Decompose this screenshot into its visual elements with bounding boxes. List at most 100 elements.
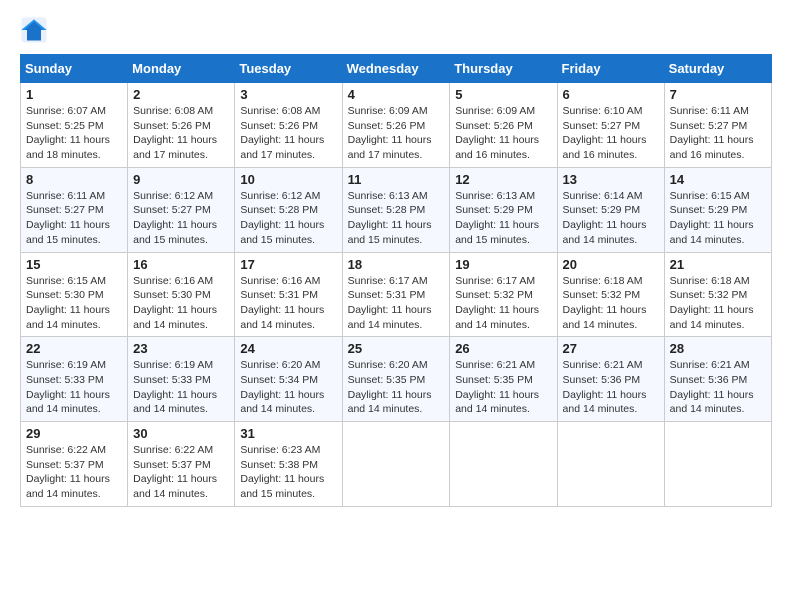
calendar-cell: 6 Sunrise: 6:10 AMSunset: 5:27 PMDaylight…	[557, 83, 664, 168]
calendar-cell: 31 Sunrise: 6:23 AMSunset: 5:38 PMDayligh…	[235, 422, 342, 507]
calendar-cell: 29 Sunrise: 6:22 AMSunset: 5:37 PMDayligh…	[21, 422, 128, 507]
header-monday: Monday	[128, 55, 235, 83]
calendar-cell	[450, 422, 557, 507]
day-info: Sunrise: 6:23 AMSunset: 5:38 PMDaylight:…	[240, 443, 336, 502]
day-info: Sunrise: 6:08 AMSunset: 5:26 PMDaylight:…	[133, 104, 229, 163]
week-row-2: 8Sunrise: 6:11 AMSunset: 5:27 PMDaylight…	[21, 167, 772, 252]
day-info: Sunrise: 6:21 AMSunset: 5:36 PMDaylight:…	[670, 358, 766, 417]
day-info: Sunrise: 6:13 AMSunset: 5:28 PMDaylight:…	[348, 189, 445, 248]
calendar-cell: 16 Sunrise: 6:16 AMSunset: 5:30 PMDayligh…	[128, 252, 235, 337]
day-info: Sunrise: 6:18 AMSunset: 5:32 PMDaylight:…	[670, 274, 766, 333]
day-number: 28	[670, 341, 766, 356]
day-number: 27	[563, 341, 659, 356]
day-info: Sunrise: 6:11 AMSunset: 5:27 PMDaylight:…	[670, 104, 766, 163]
day-number: 8	[26, 172, 122, 187]
calendar-cell: 27 Sunrise: 6:21 AMSunset: 5:36 PMDayligh…	[557, 337, 664, 422]
logo-icon	[20, 16, 48, 44]
day-number: 18	[348, 257, 445, 272]
day-info: Sunrise: 6:18 AMSunset: 5:32 PMDaylight:…	[563, 274, 659, 333]
header-row: SundayMondayTuesdayWednesdayThursdayFrid…	[21, 55, 772, 83]
day-number: 17	[240, 257, 336, 272]
day-number: 26	[455, 341, 551, 356]
calendar-cell: 17Sunrise: 6:16 AMSunset: 5:31 PMDayligh…	[235, 252, 342, 337]
day-info: Sunrise: 6:22 AMSunset: 5:37 PMDaylight:…	[26, 443, 122, 502]
calendar-cell: 3Sunrise: 6:08 AMSunset: 5:26 PMDaylight…	[235, 83, 342, 168]
calendar-cell: 18 Sunrise: 6:17 AMSunset: 5:31 PMDayligh…	[342, 252, 450, 337]
day-info: Sunrise: 6:21 AMSunset: 5:35 PMDaylight:…	[455, 358, 551, 417]
day-info: Sunrise: 6:20 AMSunset: 5:35 PMDaylight:…	[348, 358, 445, 417]
calendar-cell: 15Sunrise: 6:15 AMSunset: 5:30 PMDayligh…	[21, 252, 128, 337]
day-info: Sunrise: 6:12 AMSunset: 5:27 PMDaylight:…	[133, 189, 229, 248]
calendar-cell: 8Sunrise: 6:11 AMSunset: 5:27 PMDaylight…	[21, 167, 128, 252]
calendar-cell: 20 Sunrise: 6:18 AMSunset: 5:32 PMDayligh…	[557, 252, 664, 337]
day-info: Sunrise: 6:14 AMSunset: 5:29 PMDaylight:…	[563, 189, 659, 248]
day-info: Sunrise: 6:15 AMSunset: 5:30 PMDaylight:…	[26, 274, 122, 333]
day-number: 5	[455, 87, 551, 102]
calendar-cell: 7 Sunrise: 6:11 AMSunset: 5:27 PMDaylight…	[664, 83, 771, 168]
calendar-cell: 4Sunrise: 6:09 AMSunset: 5:26 PMDaylight…	[342, 83, 450, 168]
calendar-cell: 25 Sunrise: 6:20 AMSunset: 5:35 PMDayligh…	[342, 337, 450, 422]
day-number: 25	[348, 341, 445, 356]
calendar-cell: 14 Sunrise: 6:15 AMSunset: 5:29 PMDayligh…	[664, 167, 771, 252]
day-number: 21	[670, 257, 766, 272]
day-info: Sunrise: 6:22 AMSunset: 5:37 PMDaylight:…	[133, 443, 229, 502]
day-info: Sunrise: 6:07 AMSunset: 5:25 PMDaylight:…	[26, 104, 122, 163]
calendar-cell: 2 Sunrise: 6:08 AMSunset: 5:26 PMDaylight…	[128, 83, 235, 168]
calendar-cell: 19Sunrise: 6:17 AMSunset: 5:32 PMDayligh…	[450, 252, 557, 337]
day-number: 3	[240, 87, 336, 102]
day-info: Sunrise: 6:12 AMSunset: 5:28 PMDaylight:…	[240, 189, 336, 248]
day-number: 11	[348, 172, 445, 187]
day-number: 12	[455, 172, 551, 187]
day-number: 2	[133, 87, 229, 102]
calendar-cell: 30 Sunrise: 6:22 AMSunset: 5:37 PMDayligh…	[128, 422, 235, 507]
calendar-cell: 13 Sunrise: 6:14 AMSunset: 5:29 PMDayligh…	[557, 167, 664, 252]
calendar-cell: 10Sunrise: 6:12 AMSunset: 5:28 PMDayligh…	[235, 167, 342, 252]
header-wednesday: Wednesday	[342, 55, 450, 83]
day-number: 6	[563, 87, 659, 102]
day-info: Sunrise: 6:15 AMSunset: 5:29 PMDaylight:…	[670, 189, 766, 248]
header-sunday: Sunday	[21, 55, 128, 83]
calendar-cell: 21 Sunrise: 6:18 AMSunset: 5:32 PMDayligh…	[664, 252, 771, 337]
day-number: 22	[26, 341, 122, 356]
day-info: Sunrise: 6:16 AMSunset: 5:30 PMDaylight:…	[133, 274, 229, 333]
calendar-cell: 24 Sunrise: 6:20 AMSunset: 5:34 PMDayligh…	[235, 337, 342, 422]
calendar-cell: 5 Sunrise: 6:09 AMSunset: 5:26 PMDaylight…	[450, 83, 557, 168]
calendar-cell: 26 Sunrise: 6:21 AMSunset: 5:35 PMDayligh…	[450, 337, 557, 422]
day-info: Sunrise: 6:19 AMSunset: 5:33 PMDaylight:…	[133, 358, 229, 417]
calendar-table: SundayMondayTuesdayWednesdayThursdayFrid…	[20, 54, 772, 507]
day-number: 24	[240, 341, 336, 356]
week-row-1: 1Sunrise: 6:07 AMSunset: 5:25 PMDaylight…	[21, 83, 772, 168]
day-number: 14	[670, 172, 766, 187]
calendar-cell: 9Sunrise: 6:12 AMSunset: 5:27 PMDaylight…	[128, 167, 235, 252]
day-number: 13	[563, 172, 659, 187]
calendar-cell	[664, 422, 771, 507]
header-friday: Friday	[557, 55, 664, 83]
day-info: Sunrise: 6:09 AMSunset: 5:26 PMDaylight:…	[455, 104, 551, 163]
calendar-cell	[557, 422, 664, 507]
day-info: Sunrise: 6:19 AMSunset: 5:33 PMDaylight:…	[26, 358, 122, 417]
day-info: Sunrise: 6:21 AMSunset: 5:36 PMDaylight:…	[563, 358, 659, 417]
header-saturday: Saturday	[664, 55, 771, 83]
calendar-cell: 23 Sunrise: 6:19 AMSunset: 5:33 PMDayligh…	[128, 337, 235, 422]
calendar-cell: 11 Sunrise: 6:13 AMSunset: 5:28 PMDayligh…	[342, 167, 450, 252]
calendar-cell: 12 Sunrise: 6:13 AMSunset: 5:29 PMDayligh…	[450, 167, 557, 252]
day-info: Sunrise: 6:10 AMSunset: 5:27 PMDaylight:…	[563, 104, 659, 163]
day-info: Sunrise: 6:13 AMSunset: 5:29 PMDaylight:…	[455, 189, 551, 248]
day-number: 20	[563, 257, 659, 272]
logo	[20, 16, 50, 44]
day-number: 7	[670, 87, 766, 102]
day-info: Sunrise: 6:09 AMSunset: 5:26 PMDaylight:…	[348, 104, 445, 163]
day-info: Sunrise: 6:17 AMSunset: 5:31 PMDaylight:…	[348, 274, 445, 333]
header-tuesday: Tuesday	[235, 55, 342, 83]
week-row-4: 22 Sunrise: 6:19 AMSunset: 5:33 PMDayligh…	[21, 337, 772, 422]
day-number: 30	[133, 426, 229, 441]
day-info: Sunrise: 6:20 AMSunset: 5:34 PMDaylight:…	[240, 358, 336, 417]
day-number: 23	[133, 341, 229, 356]
day-number: 31	[240, 426, 336, 441]
day-number: 29	[26, 426, 122, 441]
calendar-cell	[342, 422, 450, 507]
day-number: 16	[133, 257, 229, 272]
page-header	[20, 16, 772, 44]
calendar-cell: 1Sunrise: 6:07 AMSunset: 5:25 PMDaylight…	[21, 83, 128, 168]
week-row-5: 29 Sunrise: 6:22 AMSunset: 5:37 PMDayligh…	[21, 422, 772, 507]
